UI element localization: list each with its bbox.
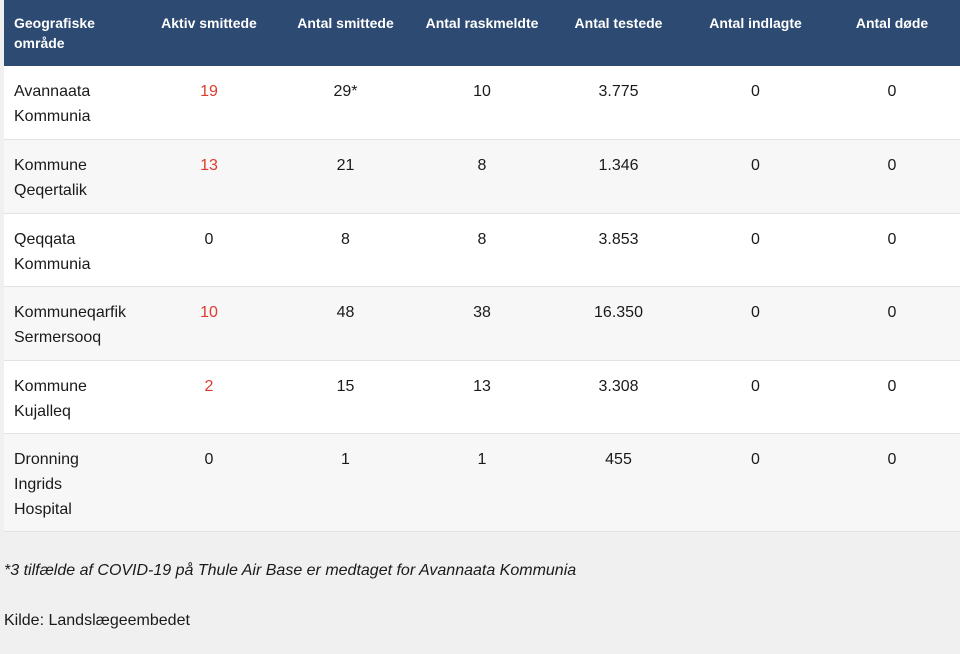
infected-cell: 21 xyxy=(336,157,355,174)
hospitalized-cell: 0 xyxy=(751,157,760,174)
covid-stats-table: Geografiske område Aktiv smittede Antal … xyxy=(4,0,960,532)
area-cell: Avannaata Kommunia xyxy=(14,83,91,125)
header-area: Geografiske område xyxy=(14,15,95,51)
deaths-cell: 0 xyxy=(887,83,897,100)
recovered-cell: 38 xyxy=(473,304,491,321)
active-cell: 0 xyxy=(204,230,214,248)
tested-cell: 3.308 xyxy=(598,377,639,395)
table-header: Geografiske område Aktiv smittede Antal … xyxy=(4,0,960,66)
active-cell: 19 xyxy=(200,83,218,100)
deaths-cell: 0 xyxy=(887,230,897,248)
hospitalized-cell: 0 xyxy=(751,451,760,468)
recovered-cell: 1 xyxy=(477,451,487,468)
area-cell: Kommune Qeqertalik xyxy=(14,157,87,199)
area-cell: Kommune Kujalleq xyxy=(14,377,87,420)
active-cell: 2 xyxy=(204,377,214,395)
infected-cell: 48 xyxy=(336,304,355,321)
header-infected: Antal smittede xyxy=(297,15,394,31)
header-deaths: Antal døde xyxy=(855,15,929,31)
header-row: Geografiske område Aktiv smittede Antal … xyxy=(4,0,960,66)
infected-cell: 8 xyxy=(341,230,350,248)
area-cell: Dronning Ingrids Hospital xyxy=(14,451,79,518)
active-cell: 13 xyxy=(200,157,218,174)
active-cell: 0 xyxy=(204,451,214,468)
area-cell: Qeqqata Kommunia xyxy=(14,230,91,273)
table-row: Qeqqata Kommunia 0 8 8 3.853 0 0 xyxy=(4,213,960,287)
table-row: Dronning Ingrids Hospital 0 1 1 455 0 0 xyxy=(4,433,960,532)
recovered-cell: 8 xyxy=(477,230,487,248)
header-recovered: Antal raskmeldte xyxy=(425,15,539,31)
hospitalized-cell: 0 xyxy=(751,304,760,321)
table-row: Kommune Kujalleq 2 15 13 3.308 0 0 xyxy=(4,360,960,434)
recovered-cell: 13 xyxy=(473,377,491,395)
active-cell: 10 xyxy=(200,304,218,321)
tested-cell: 16.350 xyxy=(594,304,643,321)
hospitalized-cell: 0 xyxy=(751,230,760,248)
deaths-cell: 0 xyxy=(887,304,897,321)
header-tested: Antal testede xyxy=(574,15,663,31)
infected-cell: 1 xyxy=(341,451,350,468)
deaths-cell: 0 xyxy=(887,377,897,395)
hospitalized-cell: 0 xyxy=(751,83,760,100)
table-row: Kommune Qeqertalik 13 21 8 1.346 0 0 xyxy=(4,139,960,213)
hospitalized-cell: 0 xyxy=(751,377,760,395)
header-hospitalized: Antal indlagte xyxy=(709,15,802,31)
source-credit: Kilde: Landslægeembedet xyxy=(4,612,190,629)
table-row: Avannaata Kommunia 19 29* 10 3.775 0 0 xyxy=(4,66,960,140)
table-notes: *3 tilfælde af COVID-19 på Thule Air Bas… xyxy=(4,560,954,632)
table-body: Avannaata Kommunia 19 29* 10 3.775 0 0 K… xyxy=(4,66,960,532)
deaths-cell: 0 xyxy=(887,157,897,174)
tested-cell: 1.346 xyxy=(598,157,639,174)
deaths-cell: 0 xyxy=(887,451,897,468)
infected-cell: 29* xyxy=(333,83,358,100)
recovered-cell: 8 xyxy=(477,157,487,174)
tested-cell: 3.775 xyxy=(598,83,639,100)
header-active: Aktiv smittede xyxy=(161,15,257,31)
table-row: Kommuneqarfik Sermersooq 10 48 38 16.350… xyxy=(4,286,960,360)
recovered-cell: 10 xyxy=(473,83,491,100)
footnote: *3 tilfælde af COVID-19 på Thule Air Bas… xyxy=(4,562,577,579)
area-cell: Kommuneqarfik Sermersooq xyxy=(14,304,127,346)
tested-cell: 455 xyxy=(605,451,632,468)
tested-cell: 3.853 xyxy=(598,230,639,248)
infected-cell: 15 xyxy=(336,377,355,395)
covid-stats-table-container: Geografiske område Aktiv smittede Antal … xyxy=(4,0,960,532)
